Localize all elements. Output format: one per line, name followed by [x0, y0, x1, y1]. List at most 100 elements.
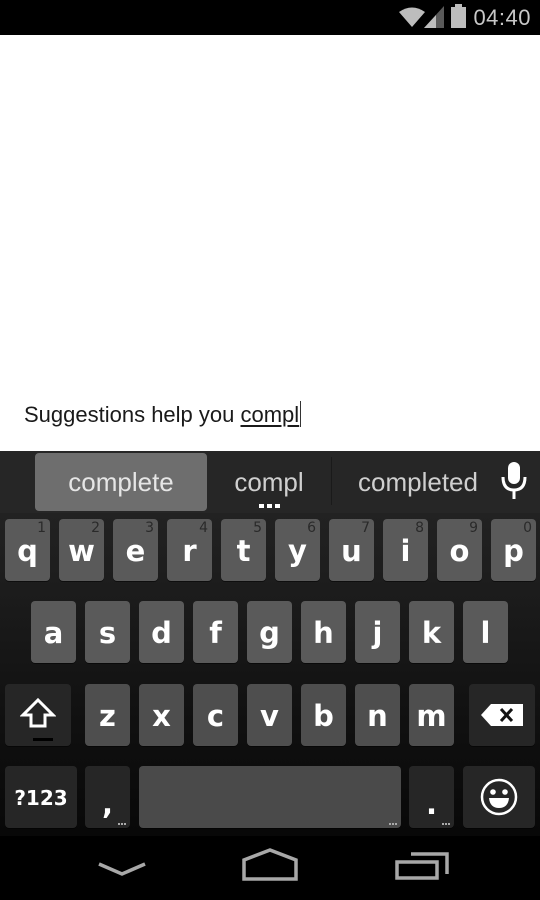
key-number-hint: 5	[253, 520, 262, 536]
period-key-label: .	[425, 786, 438, 821]
key-i[interactable]: i8	[383, 519, 428, 581]
more-suggestions-indicator[interactable]	[259, 504, 280, 508]
key-label: s	[98, 615, 117, 650]
key-c[interactable]: c	[193, 684, 238, 746]
key-label: g	[259, 615, 280, 650]
navigation-bar	[0, 836, 540, 900]
key-j[interactable]: j	[355, 601, 400, 663]
symbols-key-label: ?123	[14, 786, 68, 810]
suggestion-typed-label: compl	[234, 466, 304, 497]
key-label: k	[421, 615, 442, 650]
text-caret	[300, 401, 302, 427]
key-x[interactable]: x	[139, 684, 184, 746]
key-d[interactable]: d	[139, 601, 184, 663]
shift-indicator	[33, 738, 53, 741]
key-g[interactable]: g	[247, 601, 292, 663]
app-content: Suggestions help you compl	[0, 35, 540, 451]
key-p[interactable]: p0	[491, 519, 536, 581]
emoji-key[interactable]	[463, 766, 535, 828]
key-w[interactable]: w2	[59, 519, 104, 581]
home-icon[interactable]	[238, 846, 302, 886]
key-l[interactable]: l	[463, 601, 508, 663]
key-q[interactable]: q1	[5, 519, 50, 581]
key-s[interactable]: s	[85, 601, 130, 663]
key-label: x	[152, 698, 171, 733]
key-e[interactable]: e3	[113, 519, 158, 581]
key-a[interactable]: a	[31, 601, 76, 663]
key-label: o	[449, 533, 470, 568]
key-m[interactable]: m	[409, 684, 454, 746]
key-label: d	[151, 615, 172, 650]
key-label: y	[288, 533, 307, 568]
key-y[interactable]: y6	[275, 519, 320, 581]
symbols-key[interactable]: ?123	[5, 766, 77, 828]
key-number-hint: 4	[199, 520, 208, 536]
suggestion-alternate-label: completed	[358, 466, 478, 497]
key-n[interactable]: n	[355, 684, 400, 746]
suggestion-typed[interactable]: compl	[207, 453, 331, 511]
suggestion-primary[interactable]: complete	[35, 453, 207, 511]
key-number-hint: 8	[415, 520, 424, 536]
committed-text: Suggestions help you	[24, 402, 241, 427]
key-label: w	[68, 533, 95, 568]
key-label: u	[341, 533, 362, 568]
suggestion-primary-label: complete	[68, 466, 174, 497]
comma-key[interactable]: ,	[85, 766, 130, 828]
key-u[interactable]: u7	[329, 519, 374, 581]
shift-key[interactable]	[5, 684, 71, 746]
key-number-hint: 3	[145, 520, 154, 536]
wifi-icon	[399, 7, 425, 27]
status-bar: 04:40	[0, 0, 540, 35]
battery-icon	[451, 4, 466, 28]
key-label: m	[416, 698, 447, 733]
key-label: q	[17, 533, 38, 568]
key-number-hint: 9	[469, 520, 478, 536]
key-label: i	[400, 533, 411, 568]
key-label: c	[206, 698, 225, 733]
more-keys-indicator	[118, 823, 126, 825]
key-o[interactable]: o9	[437, 519, 482, 581]
key-label: v	[260, 698, 279, 733]
more-keys-indicator	[389, 823, 397, 825]
comma-key-label: ,	[101, 786, 114, 821]
key-label: z	[99, 698, 116, 733]
key-b[interactable]: b	[301, 684, 346, 746]
key-label: f	[209, 615, 222, 650]
key-number-hint: 0	[523, 520, 532, 536]
period-key[interactable]: .	[409, 766, 454, 828]
key-f[interactable]: f	[193, 601, 238, 663]
key-number-hint: 2	[91, 520, 100, 536]
key-label: a	[43, 615, 64, 650]
microphone-icon[interactable]	[497, 461, 531, 501]
backspace-key[interactable]	[469, 684, 535, 746]
smiley-icon	[480, 778, 518, 816]
suggestion-alternate[interactable]: completed	[332, 453, 504, 511]
key-label: j	[372, 615, 383, 650]
clock: 04:40	[473, 5, 531, 30]
text-input[interactable]: Suggestions help you compl	[24, 401, 302, 428]
backspace-icon	[481, 704, 523, 726]
key-label: h	[313, 615, 334, 650]
key-h[interactable]: h	[301, 601, 346, 663]
back-down-chevron-icon[interactable]	[95, 854, 149, 884]
key-label: r	[182, 533, 197, 568]
key-number-hint: 6	[307, 520, 316, 536]
key-label: l	[480, 615, 491, 650]
key-z[interactable]: z	[85, 684, 130, 746]
recent-apps-icon[interactable]	[393, 848, 453, 886]
key-label: b	[313, 698, 334, 733]
key-label: e	[125, 533, 146, 568]
key-label: n	[367, 698, 388, 733]
more-keys-indicator	[442, 823, 450, 825]
soft-keyboard: complete compl completed q1w2e3r4t5y6u7i…	[0, 451, 540, 836]
key-r[interactable]: r4	[167, 519, 212, 581]
key-label: t	[236, 533, 251, 568]
space-bar[interactable]	[139, 766, 401, 828]
suggestion-strip: complete compl completed	[0, 451, 540, 513]
key-label: p	[503, 533, 524, 568]
key-k[interactable]: k	[409, 601, 454, 663]
key-number-hint: 1	[37, 520, 46, 536]
key-number-hint: 7	[361, 520, 370, 536]
key-v[interactable]: v	[247, 684, 292, 746]
key-t[interactable]: t5	[221, 519, 266, 581]
